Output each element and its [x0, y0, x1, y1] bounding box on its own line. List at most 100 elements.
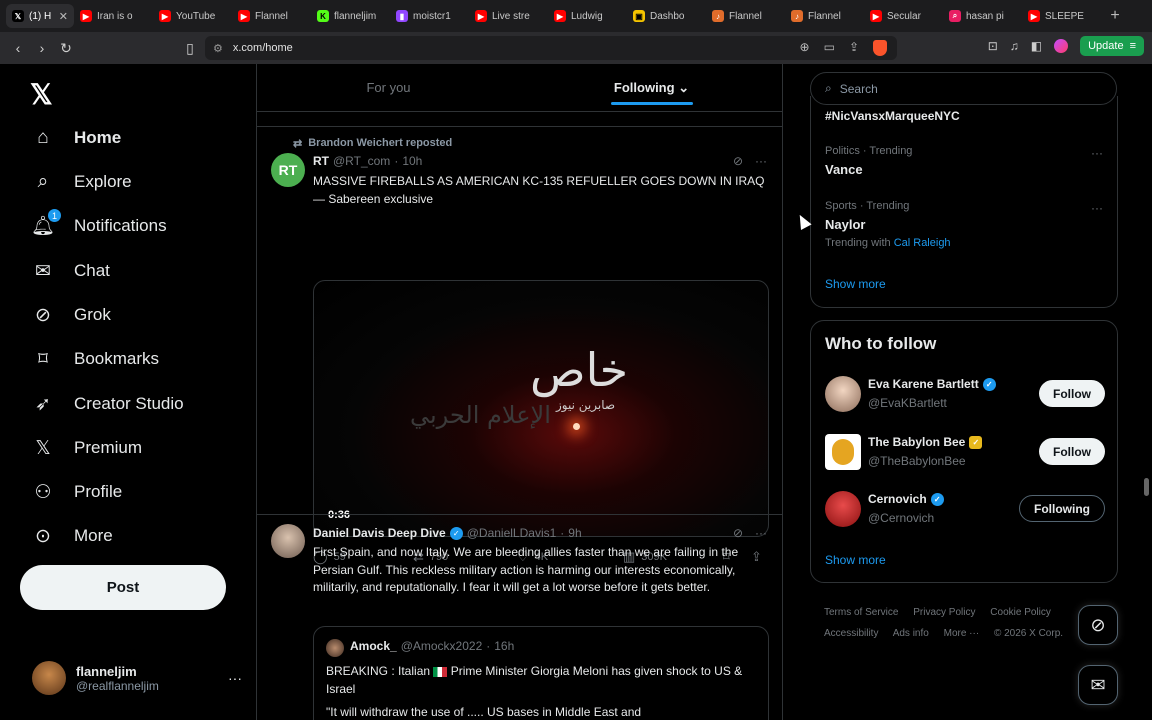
x-logo-icon[interactable]: 𝕏 [30, 78, 53, 111]
nav-item-creator-studio[interactable]: ➶ Creator Studio [32, 388, 184, 420]
cast-icon[interactable]: ▭ [824, 40, 835, 56]
nav-item-bookmarks[interactable]: ⌑ Bookmarks [32, 343, 159, 375]
quoted-tweet[interactable]: Amock_ @Amockx2022 · 16h BREAKING : Ital… [313, 626, 769, 720]
tab-following[interactable]: Following ⌄ [520, 64, 782, 111]
sidebar-icon[interactable]: ◧ [1031, 39, 1042, 53]
show-more-link[interactable]: Show more [825, 553, 886, 567]
nav-item-chat[interactable]: ✉ Chat [32, 255, 110, 287]
browser-tab[interactable]: ▶ Flannel [232, 4, 311, 28]
search-input[interactable]: ⌕ Search [810, 72, 1117, 105]
grok-float-button[interactable]: ⊘ [1078, 605, 1118, 645]
nav-item-home[interactable]: ⌂ Home [32, 122, 121, 154]
nav-item-notifications[interactable]: 🔔︎ 1 Notifications [31, 209, 167, 242]
following-button[interactable]: Following [1019, 495, 1105, 522]
repost-icon: ⇄ [413, 549, 424, 564]
nav-label: More [74, 526, 113, 545]
bookmark-page-icon[interactable]: ▯ [178, 40, 202, 57]
verified-badge-icon: ✓ [930, 492, 944, 506]
tab-for-you[interactable]: For you [257, 64, 520, 111]
repost-button[interactable]: ⇄ 790 [413, 549, 517, 565]
new-tab-button[interactable]: + [1105, 7, 1125, 25]
tweet-header: RT @RT_com · 10h [313, 154, 422, 168]
browser-tab[interactable]: ▶ YouTube [153, 4, 232, 28]
browser-tab[interactable]: ▶ Iran is o [74, 4, 153, 28]
address-bar[interactable]: ⚙ x.com/home ⊕ ▭ ⇪ [205, 36, 897, 60]
verified-badge-icon: ✓ [982, 377, 996, 391]
trend-hashtag[interactable]: #NicVansxMarqueeNYC [825, 109, 960, 123]
brave-shield-icon[interactable] [873, 40, 887, 56]
browser-tab[interactable]: ▶ Secular [864, 4, 943, 28]
tweet-time[interactable]: 10h [402, 154, 422, 168]
browser-tab[interactable]: ▶ Ludwig [548, 4, 627, 28]
follow-suggestion[interactable]: Cernovich ✓ @Cernovich Following [825, 491, 1105, 527]
messages-float-button[interactable]: ✉ [1078, 665, 1118, 705]
views-button[interactable]: ▥ 309K [623, 549, 723, 565]
nav-item-profile[interactable]: ⚇ Profile [32, 476, 122, 508]
footer-link[interactable]: Cookie Policy [990, 607, 1051, 618]
bell-icon: 🔔︎ 1 [31, 209, 61, 237]
author-handle[interactable]: @RT_com [333, 154, 390, 168]
reload-icon[interactable]: ↻ [54, 40, 78, 57]
browser-tab[interactable]: ▣ Dashbo [627, 4, 706, 28]
follow-button[interactable]: Follow [1039, 380, 1105, 407]
grok-icon[interactable]: ⊘ [733, 154, 743, 168]
browser-tab[interactable]: Kflanneljim [311, 4, 390, 28]
update-button[interactable]: Update ≡ [1080, 36, 1144, 56]
nav-item-grok[interactable]: ⊘ Grok [32, 299, 111, 331]
footer-link[interactable]: Accessibility [824, 628, 878, 639]
show-more-link[interactable]: Show more [825, 277, 886, 291]
footer-link[interactable]: Privacy Policy [913, 607, 975, 618]
browser-tab[interactable]: ♪ Flannel [785, 4, 864, 28]
nav-item-explore[interactable]: ⌕ Explore [32, 166, 132, 198]
share-button[interactable]: ⇪ [751, 549, 762, 565]
reply-icon: ◯ [313, 549, 328, 564]
like-button[interactable]: ♡ 4K [517, 549, 623, 565]
more-horizontal-icon[interactable]: ··· [1091, 201, 1103, 215]
follow-suggestion[interactable]: Eva Karene Bartlett ✓ @EvaKBartlett Follo… [825, 376, 1105, 412]
author-name[interactable]: RT [313, 154, 329, 168]
profile-icon[interactable] [1054, 39, 1069, 53]
browser-tab[interactable]: ♪ Flannel [706, 4, 785, 28]
footer-link[interactable]: Ads info [893, 628, 929, 639]
video-player[interactable]: الإعلام الحربي خاص صابرين نيوز 0:36 [313, 280, 769, 537]
trend-name[interactable]: Naylor [825, 217, 865, 232]
browser-tab[interactable]: 𝕏 (1) H ✕ [6, 4, 74, 28]
zoom-icon[interactable]: ⊕ [800, 40, 810, 56]
avatar[interactable]: RT [271, 153, 305, 187]
footer-link[interactable]: More ··· [944, 628, 980, 639]
forward-icon[interactable]: › [30, 40, 54, 56]
account-switcher[interactable]: flanneljim @realflanneljim ··· [32, 661, 242, 695]
follow-button[interactable]: Follow [1039, 438, 1105, 465]
back-icon[interactable]: ‹ [6, 40, 30, 56]
browser-tab-label: Flannel [729, 10, 762, 22]
browser-tab-label: Dashbo [650, 10, 685, 22]
separator: · [486, 639, 491, 653]
avatar[interactable] [271, 524, 305, 558]
tweet-action-bar: ◯ 59 ⇄ 790 ♡ 4K ▥ 309K ⌑ ⇪ [313, 549, 769, 565]
trending-with-link[interactable]: Cal Raleigh [894, 237, 951, 249]
post-button[interactable]: Post [20, 565, 226, 610]
bookmark-button[interactable]: ⌑ [723, 549, 751, 565]
nav-item-premium[interactable]: 𝕏 Premium [32, 432, 142, 464]
browser-tab-label: moistcr1 [413, 10, 451, 22]
more-horizontal-icon[interactable]: ··· [1091, 146, 1103, 160]
screenshot-icon[interactable]: ⊡ [988, 39, 998, 53]
browser-tab[interactable]: ▶ SLEEPE [1022, 4, 1101, 28]
trend-name[interactable]: Vance [825, 162, 863, 177]
more-horizontal-icon[interactable]: ··· [755, 154, 767, 168]
footer-link[interactable]: Terms of Service [824, 607, 898, 618]
quoted-tweet-text: BREAKING : Italian Prime Minister Giorgi… [326, 663, 762, 698]
media-icon[interactable]: ♫ [1010, 39, 1019, 53]
scrollbar-thumb[interactable] [1144, 478, 1149, 496]
close-icon[interactable]: ✕ [59, 10, 68, 23]
browser-tab[interactable]: ▮ moistcr1 [390, 4, 469, 28]
more-horizontal-icon[interactable]: ··· [228, 670, 242, 686]
site-settings-icon[interactable]: ⚙ [213, 42, 223, 55]
share-icon[interactable]: ⇪ [849, 40, 859, 56]
reply-button[interactable]: ◯ 59 [313, 549, 413, 565]
follow-suggestion[interactable]: The Babylon Bee ✓ @TheBabylonBee Follow [825, 434, 1105, 470]
browser-tab[interactable]: ▶ Live stre [469, 4, 548, 28]
browser-tab[interactable]: ⌕ hasan pi [943, 4, 1022, 28]
tweet[interactable]: ⇄ Brandon Weichert reposted RT RT @RT_co… [257, 127, 782, 564]
nav-item-more[interactable]: ⊙ More [32, 520, 113, 552]
